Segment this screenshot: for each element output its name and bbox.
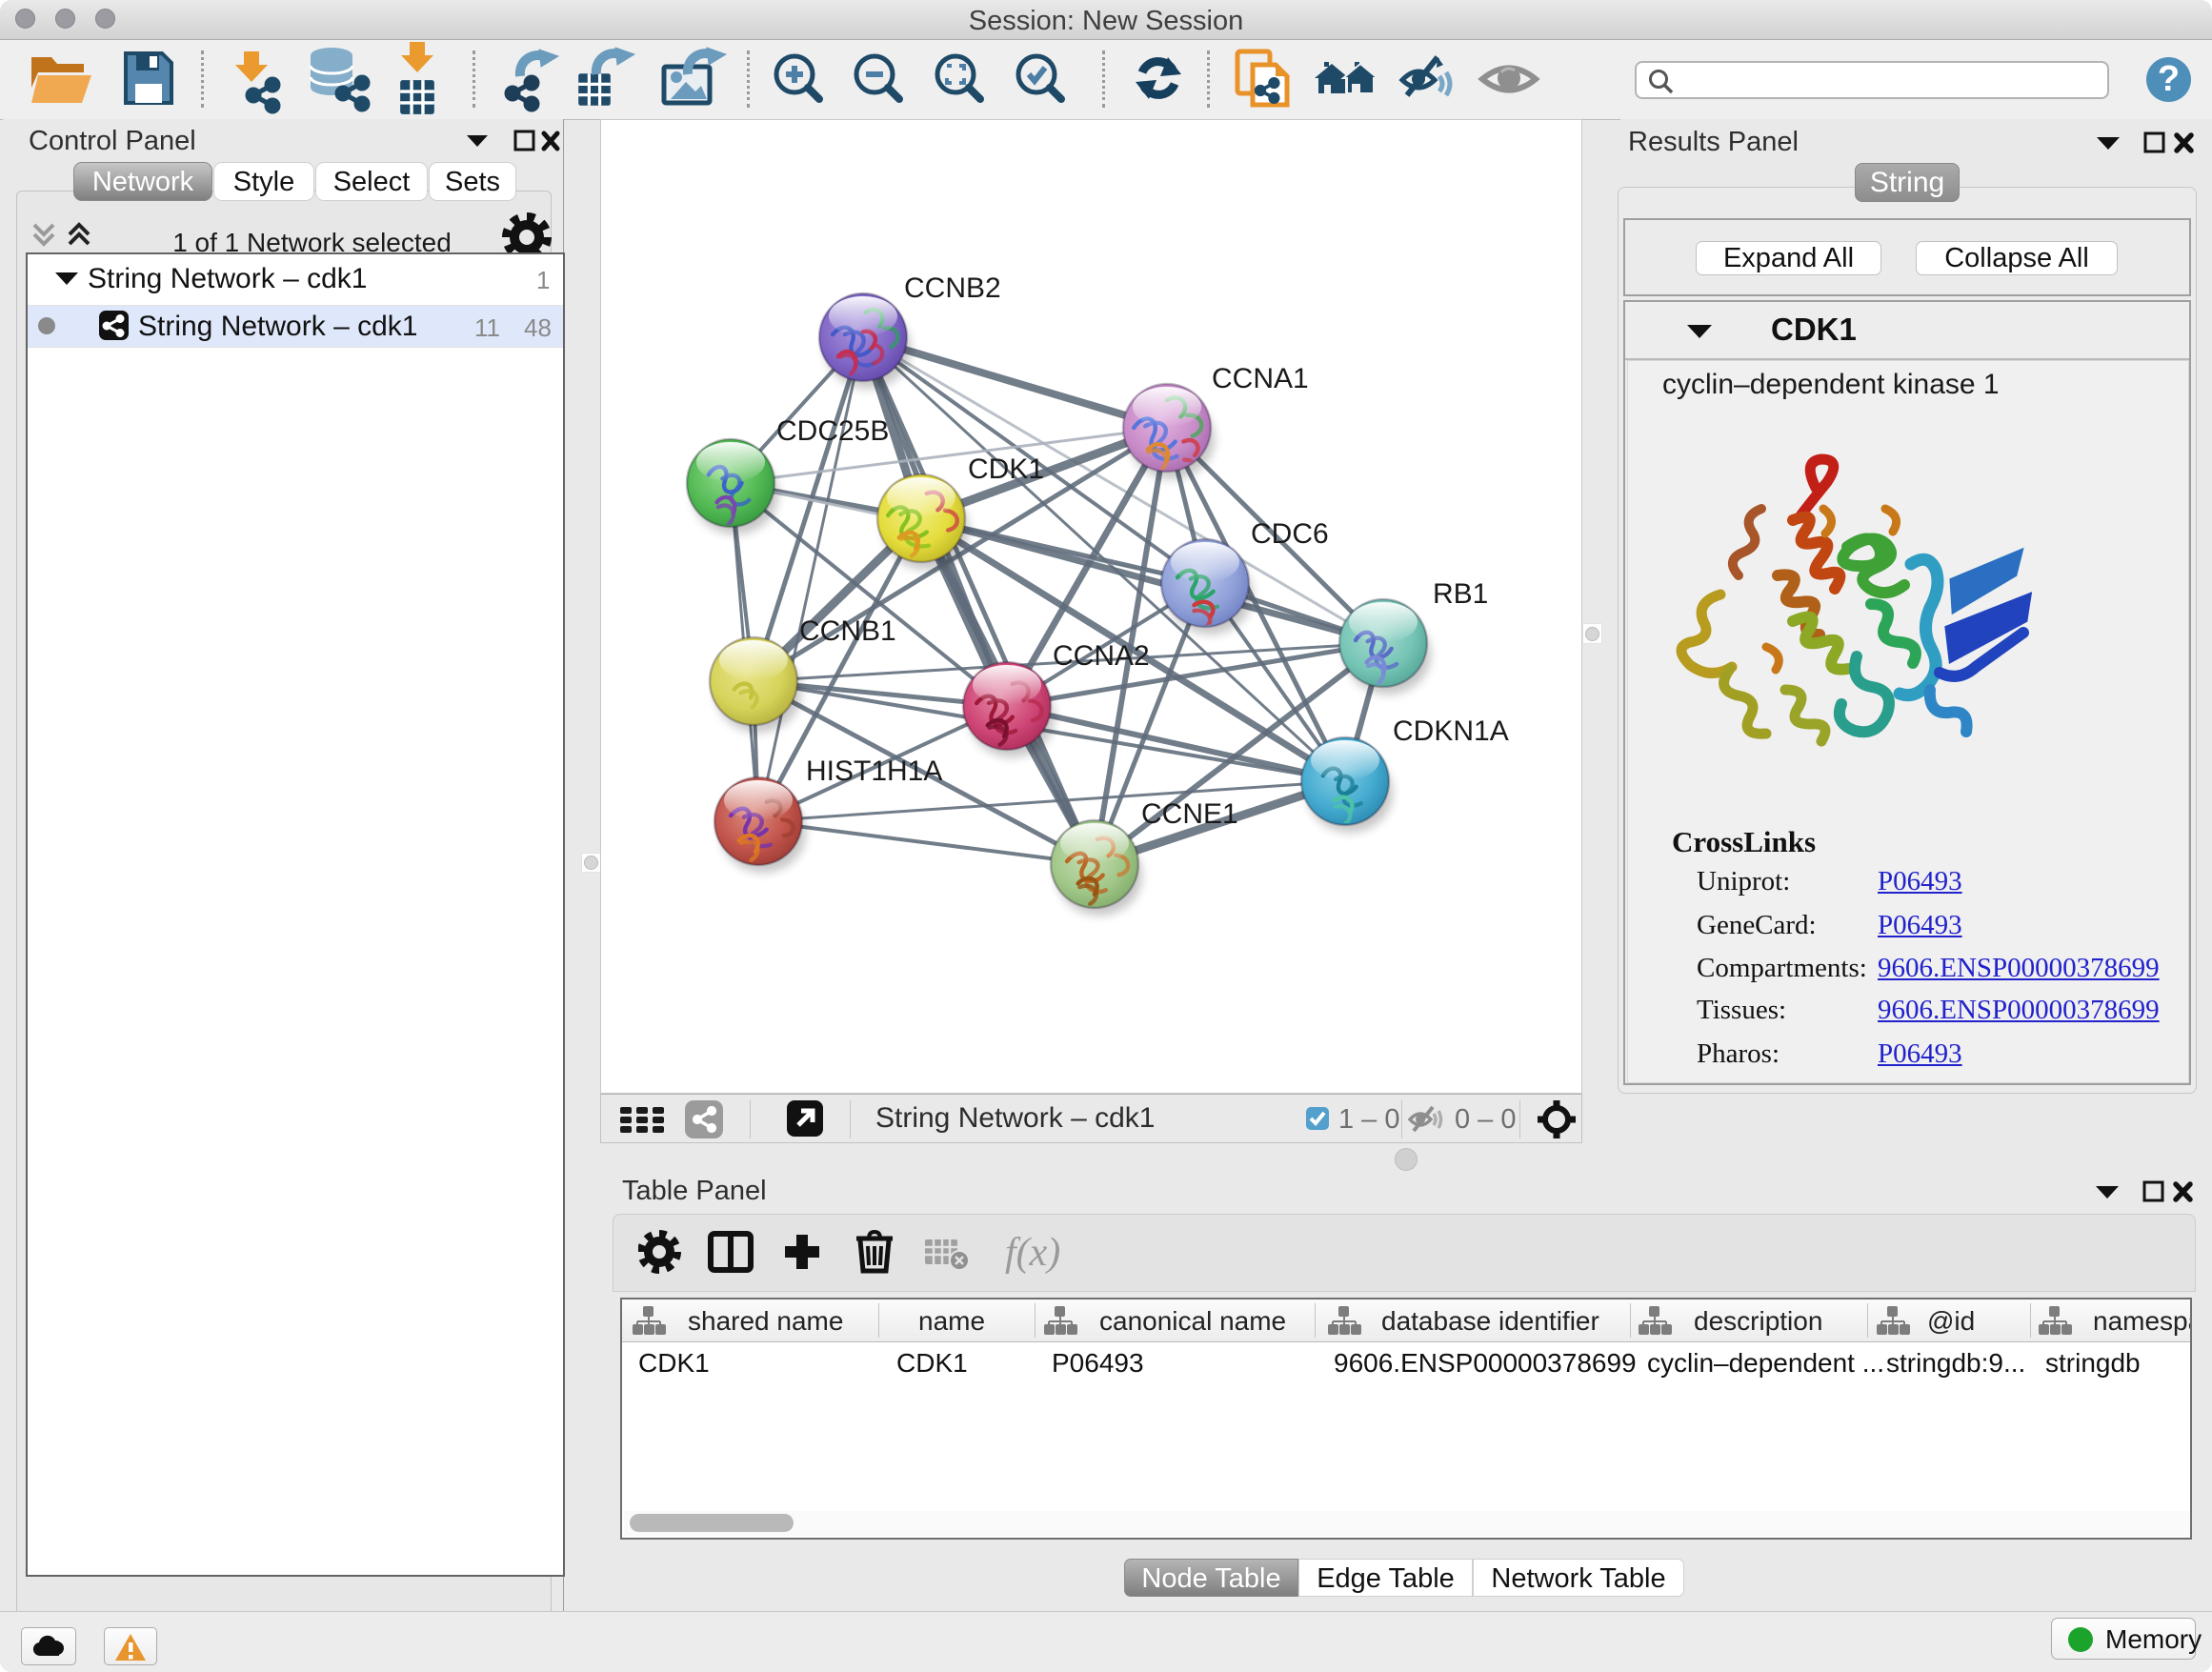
svg-text:CCNB2: CCNB2 — [904, 272, 1001, 304]
svg-text:CCNE1: CCNE1 — [1141, 798, 1238, 830]
svg-text:CDK1: CDK1 — [968, 453, 1044, 485]
svg-text:RB1: RB1 — [1433, 578, 1488, 610]
svg-text:CCNB1: CCNB1 — [799, 615, 896, 647]
svg-text:CDKN1A: CDKN1A — [1393, 715, 1509, 747]
svg-text:HIST1H1A: HIST1H1A — [806, 755, 942, 787]
svg-text:CDC6: CDC6 — [1251, 518, 1329, 550]
svg-text:CDC25B: CDC25B — [776, 415, 889, 447]
svg-text:f(x): f(x) — [1005, 1231, 1060, 1275]
svg-text:CCNA1: CCNA1 — [1212, 363, 1309, 394]
svg-text:CCNA2: CCNA2 — [1053, 640, 1150, 672]
